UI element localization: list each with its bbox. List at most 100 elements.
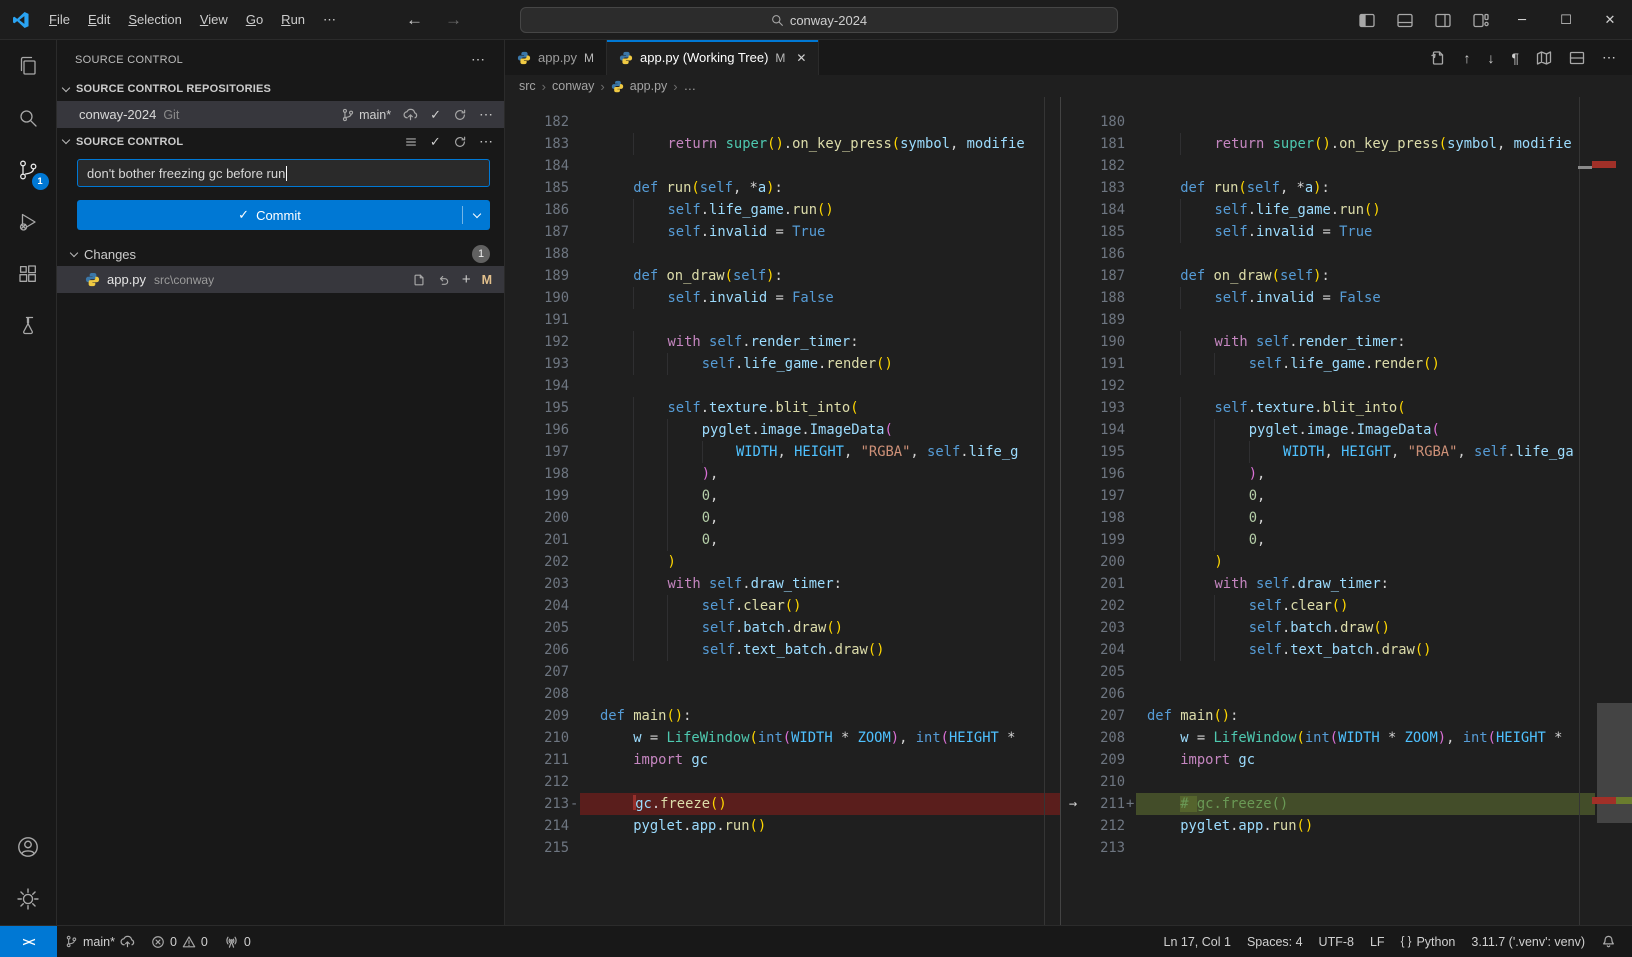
menu-view[interactable]: View <box>191 8 237 31</box>
toggle-whitespace-icon[interactable]: ¶ <box>1511 50 1519 66</box>
menu-go[interactable]: Go <box>237 8 272 31</box>
activitybar-item-search[interactable] <box>0 92 57 144</box>
code-text <box>580 771 1060 793</box>
repositories-section-header[interactable]: SOURCE CONTROL REPOSITORIES <box>57 77 504 101</box>
statusbar-problems[interactable]: 00 <box>143 926 216 957</box>
activitybar-item-settings[interactable] <box>0 873 57 925</box>
menu-file[interactable]: File <box>40 8 79 31</box>
statusbar-git-branch[interactable]: main* <box>57 926 143 957</box>
statusbar-notifications[interactable] <box>1593 934 1624 949</box>
branch-icon <box>65 935 78 948</box>
line-number: 189 <box>1085 309 1125 331</box>
open-changes-icon[interactable] <box>1430 50 1446 66</box>
statusbar-indentation[interactable]: Spaces: 4 <box>1239 935 1311 949</box>
breadcrumb-item-conway[interactable]: conway <box>552 79 594 93</box>
sidebar-title: SOURCE CONTROL <box>75 54 183 66</box>
commit-check-icon[interactable]: ✓ <box>430 134 441 150</box>
command-center-search[interactable]: conway-2024 <box>520 7 1118 33</box>
code-text: self.text_batch.draw() <box>1136 639 1632 661</box>
line-number: 184 <box>1085 199 1125 221</box>
view-as-list-icon[interactable] <box>404 135 418 149</box>
toggle-primary-sidebar-icon[interactable] <box>1348 13 1386 28</box>
maximize-button[interactable]: ☐ <box>1544 0 1588 40</box>
indent-guide <box>633 595 667 617</box>
tab-close-icon[interactable]: ✕ <box>796 51 806 65</box>
tab-app-py-working-tree-[interactable]: app.py (Working Tree)M✕ <box>607 40 819 75</box>
go-forward-button[interactable]: → <box>445 10 462 30</box>
line-number: 182 <box>1085 155 1125 177</box>
gutter-space <box>1061 507 1085 529</box>
activitybar-item-accounts[interactable] <box>0 821 57 873</box>
commit-check-icon[interactable]: ✓ <box>430 107 441 123</box>
tab-app-py[interactable]: app.pyM <box>505 40 607 75</box>
menu-selection[interactable]: Selection <box>119 8 190 31</box>
code-line: 184 self.life_game.run() <box>1061 199 1632 221</box>
statusbar-ports[interactable]: 0 <box>216 926 259 957</box>
remote-indicator[interactable]: >< <box>0 926 57 957</box>
title-bar: FileEditSelectionViewGoRun⋯ ← → conway-2… <box>0 0 1632 40</box>
activitybar-item-testing[interactable] <box>0 300 57 352</box>
code-text <box>1136 661 1632 683</box>
go-back-button[interactable]: ← <box>406 10 423 30</box>
menu-edit[interactable]: Edit <box>79 8 119 31</box>
commit-dropdown-button[interactable] <box>462 206 490 224</box>
changed-file-row[interactable]: app.py src\conway + M <box>57 266 504 293</box>
repository-row[interactable]: conway-2024 Git main* ✓ ⋯ <box>57 101 504 128</box>
split-editor-icon[interactable] <box>1569 50 1585 66</box>
indent-guide <box>1147 639 1180 661</box>
branch-icon[interactable]: main* <box>341 108 391 122</box>
statusbar-python-interpreter[interactable]: 3.11.7 ('.venv': venv) <box>1463 935 1593 949</box>
indent-guide <box>1180 331 1214 353</box>
diff-sign <box>1125 617 1136 639</box>
close-button[interactable]: ✕ <box>1588 0 1632 40</box>
minimize-button[interactable]: ─ <box>1500 0 1544 40</box>
code-text: self.life_game.run() <box>1136 199 1632 221</box>
activitybar-item-explorer[interactable] <box>0 40 57 92</box>
more-actions-icon[interactable]: ⋯ <box>1602 49 1616 66</box>
activitybar-item-run-and-debug[interactable] <box>0 196 57 248</box>
diff-modified-pane[interactable]: 180181 return super().on_key_press(symbo… <box>1061 97 1632 925</box>
statusbar-eol[interactable]: LF <box>1362 935 1393 949</box>
statusbar-language-mode[interactable]: { }Python <box>1393 935 1464 949</box>
open-file-icon[interactable] <box>412 273 426 287</box>
customize-layout-icon[interactable] <box>1462 13 1500 28</box>
toggle-secondary-sidebar-icon[interactable] <box>1424 13 1462 28</box>
breadcrumb-item-src[interactable]: src <box>519 79 536 93</box>
section-more-actions-icon[interactable]: ⋯ <box>479 133 494 150</box>
breadcrumb-item-[interactable]: … <box>684 79 697 93</box>
indent-guide <box>600 551 633 573</box>
repo-more-actions-icon[interactable]: ⋯ <box>479 106 494 123</box>
diff-editor[interactable]: 182183 return super().on_key_press(symbo… <box>505 97 1632 925</box>
refresh-icon[interactable] <box>453 108 467 122</box>
breadcrumb-item-apppy[interactable]: app.py <box>630 79 668 93</box>
refresh-icon[interactable] <box>453 135 467 149</box>
menu-more-button[interactable]: ⋯ <box>314 8 346 31</box>
changes-section-header[interactable]: Changes 1 <box>57 242 504 266</box>
indent-guide <box>1147 353 1180 375</box>
map-icon[interactable] <box>1536 50 1552 66</box>
diff-original-pane[interactable]: 182183 return super().on_key_press(symbo… <box>505 97 1060 925</box>
stage-changes-icon[interactable]: + <box>462 271 471 288</box>
statusbar-cursor-position[interactable]: Ln 17, Col 1 <box>1156 935 1239 949</box>
toggle-panel-icon[interactable] <box>1386 13 1424 28</box>
breadcrumb[interactable]: src›conway›app.py›… <box>505 75 1632 97</box>
statusbar-encoding[interactable]: UTF-8 <box>1311 935 1362 949</box>
indent-guide <box>667 507 701 529</box>
code-text: import gc <box>1136 749 1632 771</box>
publish-changes-icon[interactable] <box>403 107 418 122</box>
commit-button[interactable]: ✓ Commit <box>77 200 490 230</box>
activitybar-item-source-control[interactable]: 1 <box>0 144 57 196</box>
indent-guide <box>667 463 701 485</box>
line-number: 198 <box>505 463 569 485</box>
previous-change-icon[interactable]: ↑ <box>1463 50 1470 66</box>
diff-sign <box>569 771 580 793</box>
menu-run[interactable]: Run <box>272 8 314 31</box>
tab-modified-badge: M <box>584 51 594 65</box>
scrollbar-slider[interactable] <box>1597 703 1632 823</box>
discard-changes-icon[interactable] <box>437 273 451 287</box>
commit-message-input[interactable]: don't bother freezing gc before run <box>77 159 490 187</box>
next-change-icon[interactable]: ↓ <box>1487 50 1494 66</box>
activitybar-item-extensions[interactable] <box>0 248 57 300</box>
source-control-section-header[interactable]: SOURCE CONTROL ✓ ⋯ <box>57 128 504 155</box>
sidebar-more-actions-icon[interactable]: ⋯ <box>471 51 486 68</box>
